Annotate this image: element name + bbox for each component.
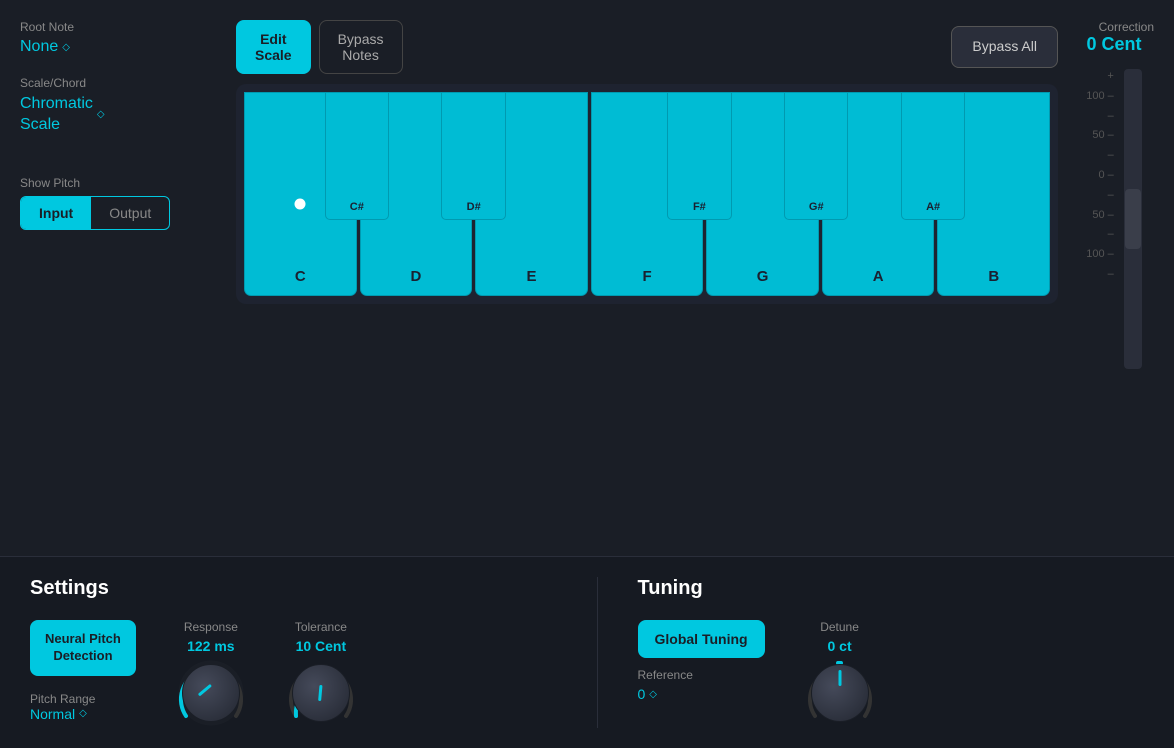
key-f[interactable]: F [591, 92, 704, 296]
settings-title: Settings [30, 577, 537, 600]
slider-scale-labels: + 100 – – 50 – – 0 – – 50 – – 100 – – [1086, 67, 1114, 285]
tolerance-knob-indicator [318, 685, 322, 701]
reference-text: 0 [638, 686, 646, 702]
slider-with-labels: + 100 – – 50 – – 0 – – 50 – – 100 – – [1086, 65, 1142, 369]
root-note-label: Root Note [20, 20, 220, 34]
response-knob-indicator [198, 684, 212, 697]
response-knob-col: Response 122 ms [176, 620, 246, 728]
key-d-label: D [410, 268, 421, 285]
tuning-panel: Tuning Global Tuning Reference 0 ◇ Detun… [618, 577, 1145, 728]
key-c[interactable]: C [244, 92, 357, 296]
show-pitch-group: Show Pitch Input Output [20, 176, 220, 230]
root-note-text: None [20, 38, 58, 56]
key-d[interactable]: D [360, 92, 473, 296]
show-pitch-label: Show Pitch [20, 176, 220, 190]
scale-dash-5: – [1108, 265, 1114, 285]
key-b-label: B [988, 268, 999, 285]
scale-100-bot: 100 – [1086, 245, 1114, 265]
bypass-notes-button[interactable]: BypassNotes [319, 20, 403, 74]
top-section: Root Note None ◇ Scale/Chord ChromaticSc… [0, 0, 1174, 556]
correction-label: Correction [1074, 20, 1154, 34]
reference-value[interactable]: 0 ◇ [638, 686, 693, 702]
scale-chord-text: ChromaticScale [20, 94, 93, 136]
white-keys-row: C D E F G A B [244, 92, 1050, 296]
key-a-label: A [873, 268, 884, 285]
scale-dash-2: – [1108, 146, 1114, 166]
tolerance-knob-col: Tolerance 10 Cent [286, 620, 356, 728]
app-container: Root Note None ◇ Scale/Chord ChromaticSc… [0, 0, 1174, 748]
scale-0: 0 – [1098, 166, 1113, 186]
detune-knob-body [811, 664, 869, 722]
scale-chord-label: Scale/Chord [20, 76, 220, 90]
piano-keyboard[interactable]: C D E F G A B C# D# F# [236, 84, 1058, 304]
settings-row: Neural PitchDetection Pitch Range Normal… [30, 620, 537, 728]
response-label: Response [184, 620, 238, 634]
scale-chord-value[interactable]: ChromaticScale ◇ [20, 94, 220, 136]
tolerance-value: 10 Cent [296, 638, 347, 654]
bottom-section: Settings Neural PitchDetection Pitch Ran… [0, 556, 1174, 748]
scale-dash-1: – [1108, 107, 1114, 127]
detune-knob-col: Detune 0 ct [805, 620, 875, 728]
root-note-value[interactable]: None ◇ [20, 38, 220, 56]
tolerance-knob-body [292, 664, 350, 722]
pitch-range-value[interactable]: Normal ◇ [30, 706, 95, 722]
key-f-label: F [642, 268, 651, 285]
global-tuning-col: Global Tuning Reference 0 ◇ [638, 620, 765, 702]
correction-slider-thumb [1125, 189, 1141, 249]
global-tuning-button[interactable]: Global Tuning [638, 620, 765, 658]
toolbar-row: EditScale BypassNotes Bypass All [236, 20, 1058, 74]
scale-chord-group: Scale/Chord ChromaticScale ◇ [20, 76, 220, 136]
detune-knob[interactable] [805, 658, 875, 728]
tuning-row: Global Tuning Reference 0 ◇ Detune 0 ct [638, 620, 1145, 728]
key-c-label: C [295, 268, 306, 285]
pitch-range-label: Pitch Range [30, 692, 95, 706]
scale-dash-3: – [1108, 186, 1114, 206]
correction-value: 0 Cent [1074, 34, 1154, 55]
center-panel: EditScale BypassNotes Bypass All C D E F… [236, 20, 1058, 546]
response-value: 122 ms [187, 638, 234, 654]
root-note-group: Root Note None ◇ [20, 20, 220, 56]
key-g-label: G [757, 268, 769, 285]
bypass-all-button[interactable]: Bypass All [951, 26, 1058, 68]
neural-col: Neural PitchDetection Pitch Range Normal… [30, 620, 136, 722]
detune-label: Detune [820, 620, 859, 634]
key-e[interactable]: E [475, 92, 588, 296]
right-panel: Correction 0 Cent + 100 – – 50 – – 0 – –… [1074, 20, 1154, 546]
tolerance-label: Tolerance [295, 620, 347, 634]
left-panel: Root Note None ◇ Scale/Chord ChromaticSc… [20, 20, 220, 546]
scale-50-top: 50 – [1092, 126, 1113, 146]
pitch-range-text: Normal [30, 706, 75, 722]
reference-arrow-icon: ◇ [649, 689, 657, 700]
section-divider [597, 577, 598, 728]
pitch-range-arrow-icon: ◇ [79, 708, 87, 719]
pitch-range-group: Pitch Range Normal ◇ [30, 692, 95, 722]
key-a[interactable]: A [822, 92, 935, 296]
scale-dash-4: – [1108, 225, 1114, 245]
tuning-title: Tuning [638, 577, 1145, 600]
reference-label: Reference [638, 668, 693, 682]
scale-plus: + [1107, 67, 1113, 87]
key-b[interactable]: B [937, 92, 1050, 296]
neural-pitch-detection-button[interactable]: Neural PitchDetection [30, 620, 136, 676]
output-button[interactable]: Output [91, 197, 169, 229]
settings-panel: Settings Neural PitchDetection Pitch Ran… [30, 577, 577, 728]
correction-group: Correction 0 Cent [1074, 20, 1154, 55]
scale-50-bot: 50 – [1092, 206, 1113, 226]
response-knob[interactable] [176, 658, 246, 728]
scale-100-top: 100 – [1086, 87, 1114, 107]
reference-group: Reference 0 ◇ [638, 668, 693, 702]
response-knob-body [182, 664, 240, 722]
show-pitch-toggle: Input Output [20, 196, 170, 230]
key-g[interactable]: G [706, 92, 819, 296]
detune-knob-indicator [838, 670, 841, 686]
c-dot [295, 199, 306, 210]
edit-scale-button[interactable]: EditScale [236, 20, 311, 74]
root-note-arrow-icon: ◇ [62, 42, 70, 53]
detune-value: 0 ct [828, 638, 852, 654]
tolerance-knob[interactable] [286, 658, 356, 728]
scale-chord-arrow-icon: ◇ [97, 108, 105, 121]
input-button[interactable]: Input [21, 197, 91, 229]
correction-slider[interactable] [1124, 69, 1142, 369]
key-e-label: E [526, 268, 536, 285]
